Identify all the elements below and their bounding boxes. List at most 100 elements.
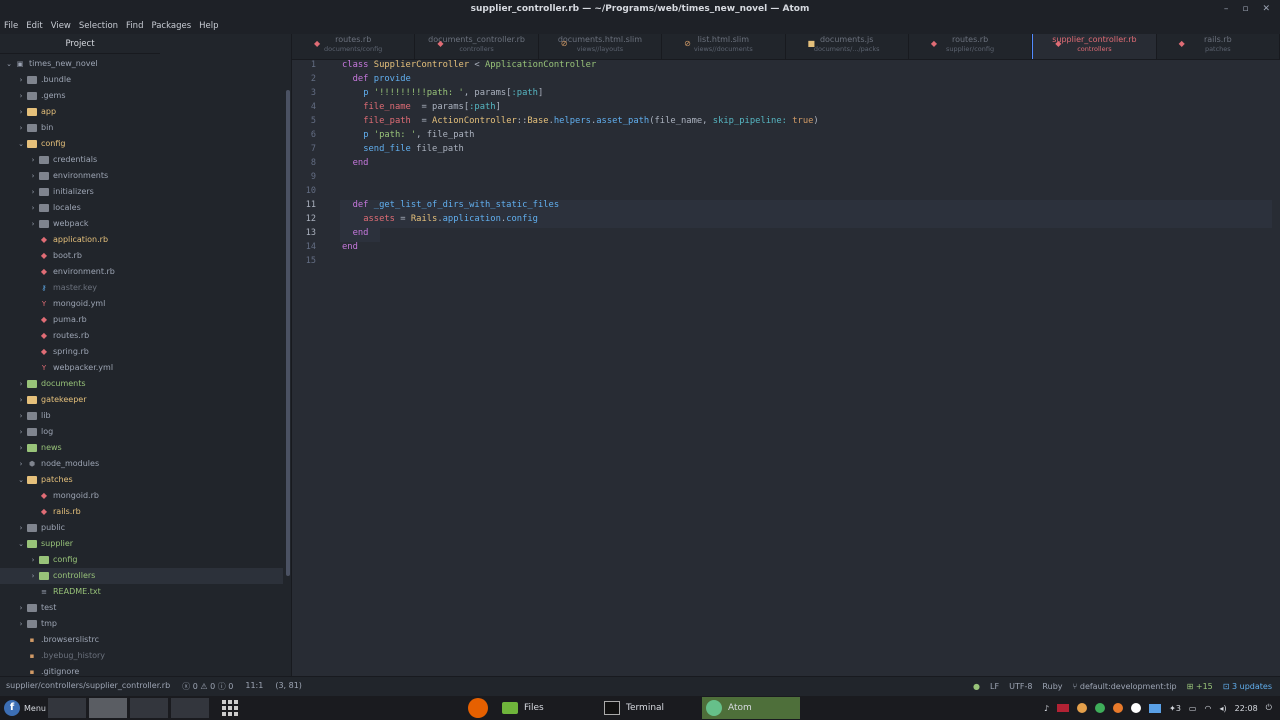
tree-item-application-rb[interactable]: ◆ application.rb	[0, 232, 283, 248]
code-editor[interactable]: 1 2 3 4 5 6 7 8 9 10 11 12 13 14 15 class SupplierCont…	[292, 60, 1280, 676]
close-icon[interactable]: ✕	[1262, 0, 1270, 18]
firefox-icon[interactable]	[468, 698, 488, 718]
start-menu-button[interactable]: f Menu	[0, 698, 48, 718]
tree-item-mongoid-yml[interactable]: Ymongoid.yml	[0, 296, 283, 312]
tree-item--gems[interactable]: › .gems	[0, 88, 283, 104]
tree-item--bundle[interactable]: › .bundle	[0, 72, 283, 88]
vpn-icon[interactable]	[1095, 703, 1106, 713]
taskbar-files[interactable]: Files	[498, 697, 596, 719]
bluetooth-icon[interactable]: ✦3	[1169, 704, 1181, 713]
tree-item-public[interactable]: › public	[0, 520, 283, 536]
tree-item-test[interactable]: › test	[0, 600, 283, 616]
tree-item--gitignore[interactable]: ▪ .gitignore	[0, 664, 283, 676]
tree-item-environments[interactable]: › environments	[0, 168, 283, 184]
clock[interactable]: 22:08	[1235, 704, 1258, 713]
status-cursor-position[interactable]: 11:1	[245, 681, 263, 692]
tree-item-rails-rb[interactable]: ◆ rails.rb	[0, 504, 283, 520]
music-icon[interactable]: ♪	[1044, 704, 1049, 713]
tree-item-master-key[interactable]: ⚷ master.key	[0, 280, 283, 296]
tree-item-tmp[interactable]: › tmp	[0, 616, 283, 632]
volume-icon[interactable]: ◂)	[1219, 704, 1226, 713]
tree-item-label: webpack	[53, 219, 89, 228]
status-grammar[interactable]: Ruby	[1042, 682, 1062, 691]
line-number: 14	[305, 242, 316, 252]
tree-item-gatekeeper[interactable]: › gatekeeper	[0, 392, 283, 408]
tab-documents-js[interactable]: ■ documents.js documents/.../packs	[786, 34, 909, 59]
tab-routes-rb[interactable]: ◆ routes.rb documents/config	[292, 34, 416, 59]
tree-item-node-modules[interactable]: › ⬢ node_modules	[0, 456, 283, 472]
menu-edit[interactable]: Edit	[26, 21, 42, 31]
tree-item-mongoid-rb[interactable]: ◆ mongoid.rb	[0, 488, 283, 504]
workspace-1[interactable]	[48, 698, 86, 718]
status-diff[interactable]: ⊞ +15	[1187, 682, 1213, 691]
tree-item-readme-txt[interactable]: ≡ README.txt	[0, 584, 283, 600]
power-icon[interactable]: ⏻	[1266, 703, 1272, 713]
status-diagnostics[interactable]: ⓧ 0 ⚠ 0 ⓘ 0	[182, 681, 233, 692]
tree-item-webpack[interactable]: › webpack	[0, 216, 283, 232]
menu-view[interactable]: View	[51, 21, 71, 31]
shield-icon[interactable]	[1113, 703, 1124, 713]
tree-item-lib[interactable]: › lib	[0, 408, 283, 424]
tab-rails-rb[interactable]: ◆ rails.rb patches	[1157, 34, 1280, 59]
clipboard-icon[interactable]: ▭	[1189, 704, 1197, 713]
folder-icon	[26, 123, 38, 133]
network-icon[interactable]: ◠	[1204, 704, 1211, 713]
tree-item-puma-rb[interactable]: ◆ puma.rb	[0, 312, 283, 328]
status-encoding[interactable]: UTF-8	[1009, 682, 1032, 691]
tree-item-locales[interactable]: › locales	[0, 200, 283, 216]
tree-item-boot-rb[interactable]: ◆ boot.rb	[0, 248, 283, 264]
taskbar-terminal[interactable]: Terminal	[600, 697, 698, 719]
status-updates[interactable]: ⊡ 3 updates	[1223, 682, 1272, 691]
tree-item-config[interactable]: › config	[0, 552, 283, 568]
tab-documents-controller-rb[interactable]: ◆ documents_controller.rb controllers	[415, 34, 539, 59]
tab-list-html-slim[interactable]: ⊘ list.html.slim views//documents	[662, 34, 786, 59]
menu-file[interactable]: File	[4, 21, 18, 31]
status-selection-count[interactable]: (3, 81)	[275, 681, 302, 692]
status-branch[interactable]: ⑂ default:development:tip	[1073, 682, 1177, 691]
update-icon[interactable]	[1077, 703, 1088, 713]
workspace-3[interactable]	[130, 698, 168, 718]
menu-help[interactable]: Help	[199, 21, 218, 31]
chat-icon[interactable]	[1131, 703, 1142, 713]
sidebar-scrollbar[interactable]	[286, 90, 290, 576]
chevron-down-icon: ⌄	[18, 140, 24, 148]
tree-item-log[interactable]: › log	[0, 424, 283, 440]
tree-item-environment-rb[interactable]: ◆ environment.rb	[0, 264, 283, 280]
tree-item-supplier[interactable]: ⌄ supplier	[0, 536, 283, 552]
tree-item-bin[interactable]: › bin	[0, 120, 283, 136]
status-line-ending[interactable]: LF	[990, 682, 999, 691]
menu-find[interactable]: Find	[126, 21, 143, 31]
tree-item-label: .gems	[41, 91, 66, 100]
maximize-icon[interactable]: ▫	[1242, 0, 1248, 18]
workspace-4[interactable]	[171, 698, 209, 718]
chevron-right-icon: ›	[19, 76, 23, 84]
tree-item-app[interactable]: › app	[0, 104, 283, 120]
tree-item-webpacker-yml[interactable]: Ywebpacker.yml	[0, 360, 283, 376]
tree-item--browserslistrc[interactable]: ▪ .browserslistrc	[0, 632, 283, 648]
tab-routes-rb[interactable]: ◆ routes.rb supplier/config	[909, 34, 1033, 59]
display-icon[interactable]	[1149, 703, 1162, 713]
menu-packages[interactable]: Packages	[151, 21, 191, 31]
tree-item-spring-rb[interactable]: ◆ spring.rb	[0, 344, 283, 360]
tree-item-patches[interactable]: ⌄ patches	[0, 472, 283, 488]
tab-supplier-controller-rb[interactable]: ◆ supplier_controller.rb controllers	[1032, 34, 1157, 59]
flag-us-icon[interactable]	[1057, 704, 1070, 712]
tree-item-controllers[interactable]: › controllers	[0, 568, 283, 584]
tree-item-news[interactable]: › news	[0, 440, 283, 456]
app-grid-icon[interactable]	[220, 699, 240, 717]
tree-item--byebug-history[interactable]: ▪ .byebug_history	[0, 648, 283, 664]
taskbar-atom[interactable]: Atom	[702, 697, 800, 719]
tree-item-times-new-novel[interactable]: ⌄ ▣ times_new_novel	[0, 56, 283, 72]
minimize-icon[interactable]: –	[1224, 0, 1229, 18]
tree-item-routes-rb[interactable]: ◆ routes.rb	[0, 328, 283, 344]
workspace-2[interactable]	[89, 698, 127, 718]
tree-item-documents[interactable]: › documents	[0, 376, 283, 392]
project-tab[interactable]: Project	[0, 34, 160, 54]
tree-item-initializers[interactable]: › initializers	[0, 184, 283, 200]
tab-documents-html-slim[interactable]: ⊘ documents.html.slim views//layouts	[539, 34, 663, 59]
folder-icon	[26, 107, 38, 117]
tree-item-credentials[interactable]: › credentials	[0, 152, 283, 168]
status-file-path[interactable]: supplier/controllers/supplier_controller…	[6, 681, 170, 692]
tree-item-config[interactable]: ⌄ config	[0, 136, 283, 152]
menu-selection[interactable]: Selection	[79, 21, 118, 31]
